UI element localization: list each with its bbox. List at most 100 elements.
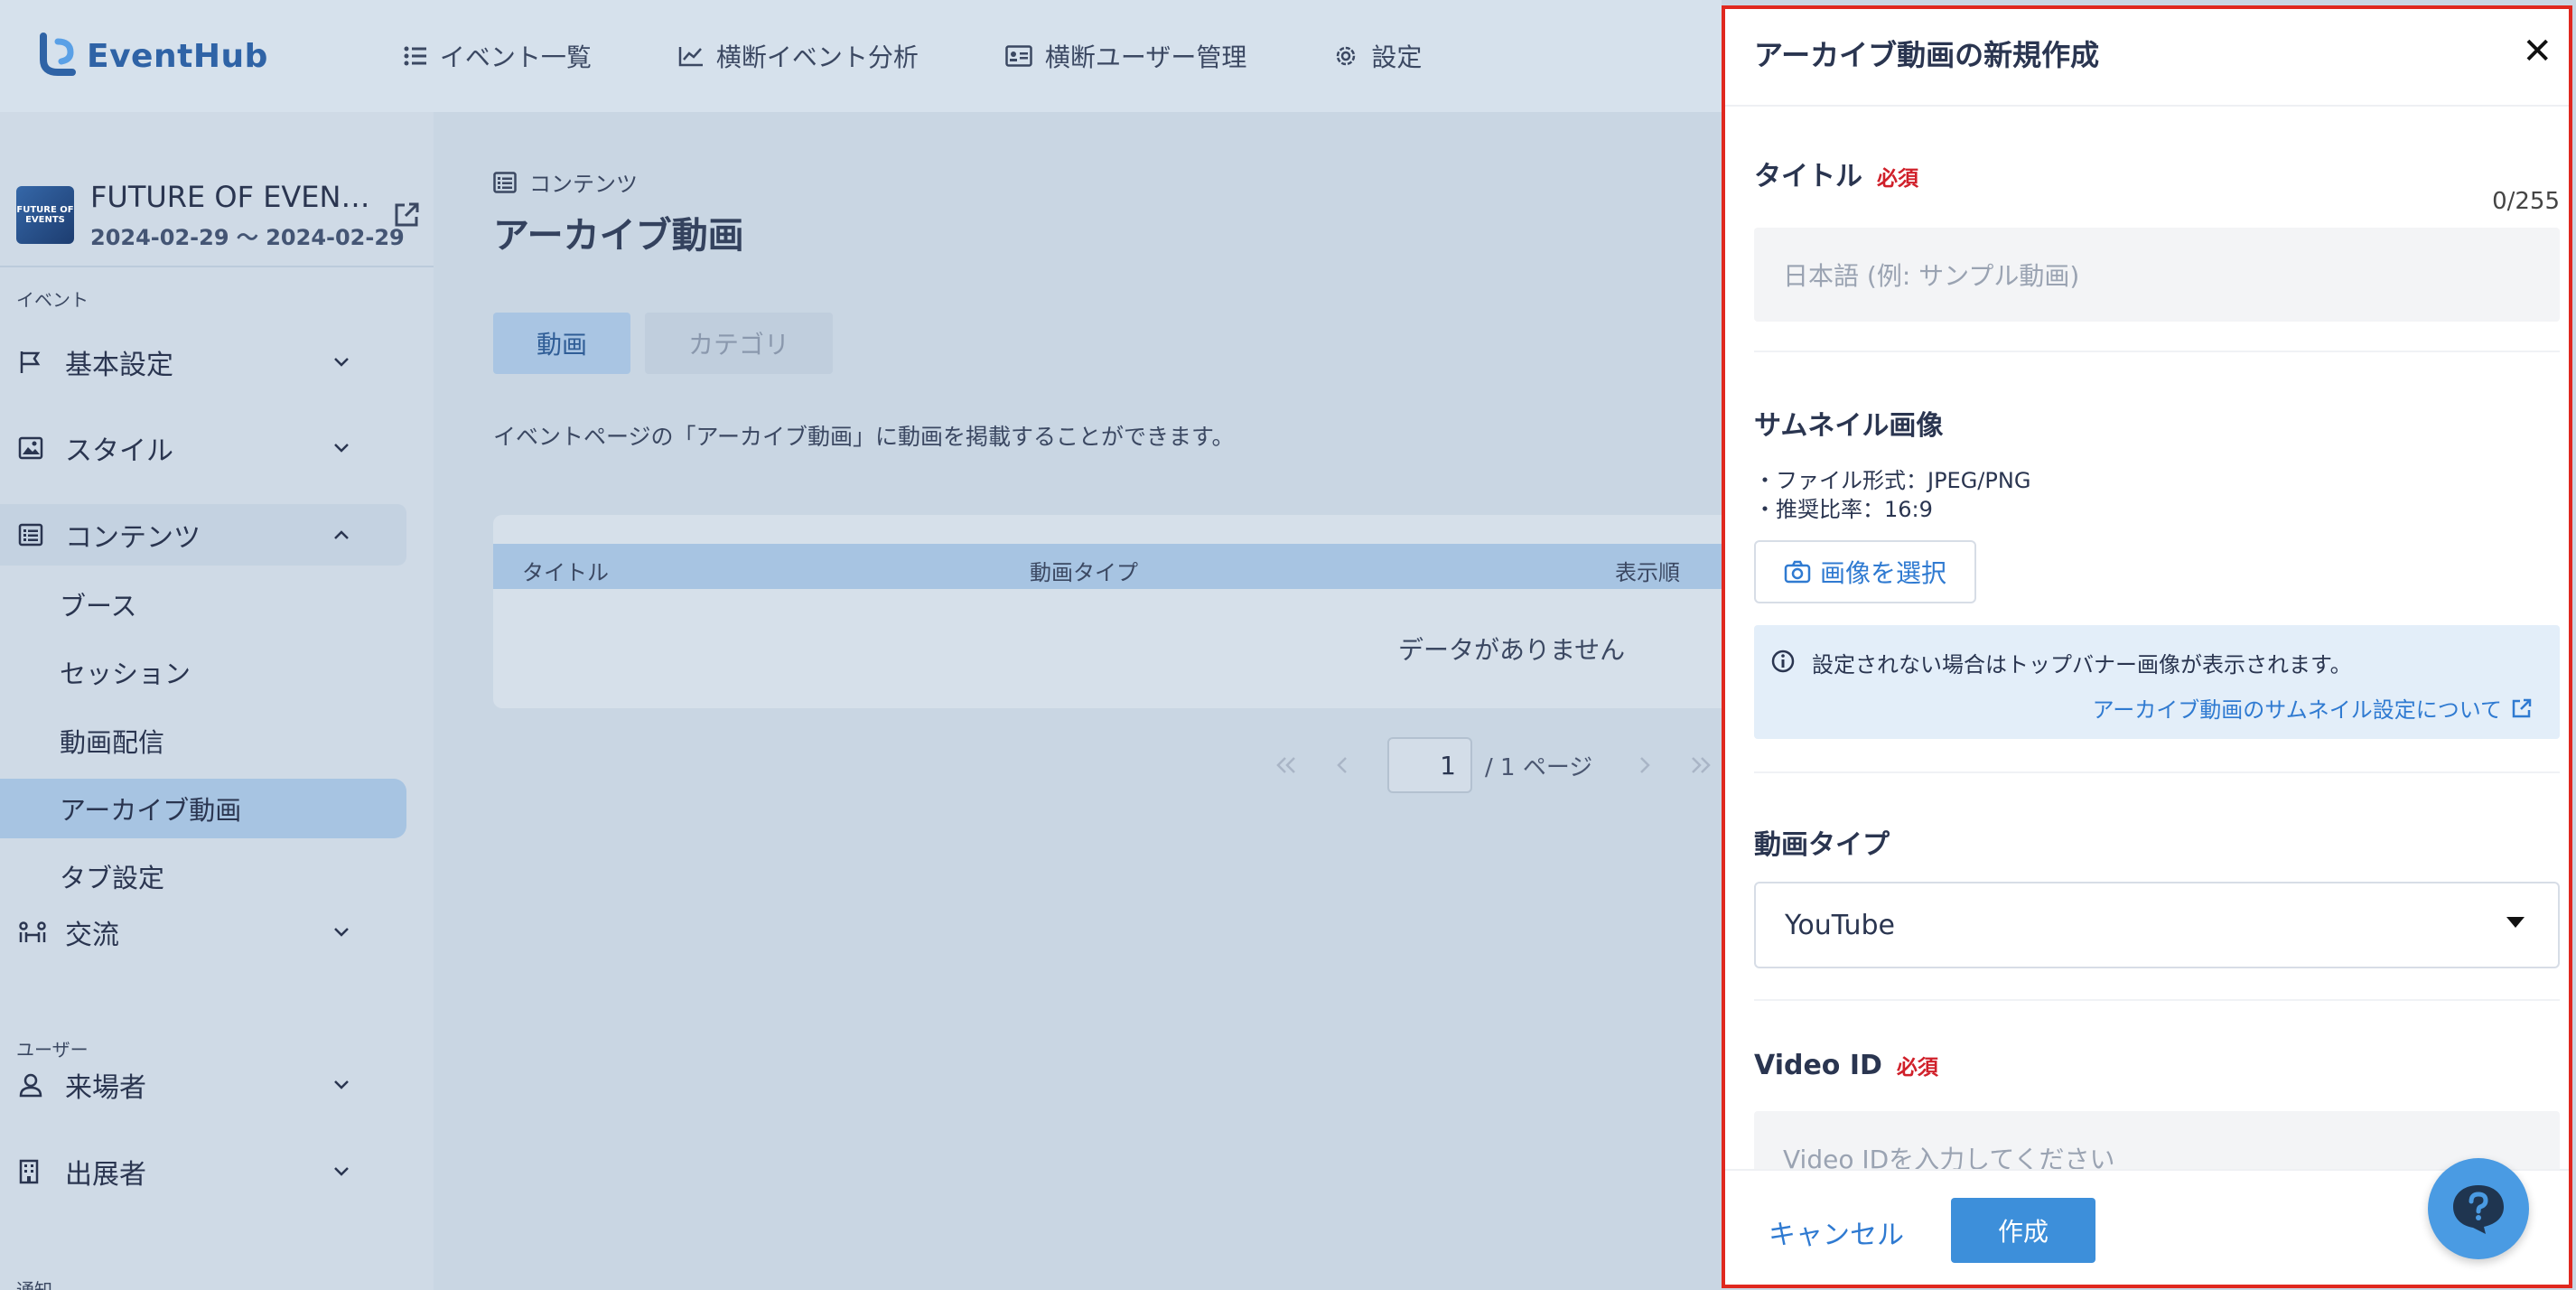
building-icon xyxy=(18,1159,47,1184)
event-dates: 2024-02-29 〜 2024-02-29 xyxy=(90,224,405,250)
sidebar-subitem-session[interactable]: セッション xyxy=(0,642,406,702)
chevron-down-icon xyxy=(332,927,361,938)
sidebar-item-label: 出展者 xyxy=(65,1159,146,1191)
field-label-text: Video ID xyxy=(1754,1050,1882,1081)
sidebar-item-label: コンテンツ xyxy=(65,522,201,554)
thumbnail-ratio-note: ・推奨比率：16:9 xyxy=(1754,497,1933,522)
sidebar-subitem-booth[interactable]: ブース xyxy=(0,575,406,634)
last-page-icon[interactable] xyxy=(1683,747,1719,783)
chevron-down-icon xyxy=(332,357,361,368)
id-card-icon xyxy=(1005,45,1032,67)
sidebar-item-label: 基本設定 xyxy=(65,350,173,381)
sidebar-subitem-video-streaming[interactable]: 動画配信 xyxy=(0,711,406,771)
app-logo[interactable]: EventHub xyxy=(36,33,268,79)
flag-icon xyxy=(18,350,47,375)
next-page-icon[interactable] xyxy=(1627,747,1663,783)
nav-item-label: 設定 xyxy=(1371,42,1423,72)
page-title: アーカイブ動画 xyxy=(493,215,744,257)
tab-videos[interactable]: 動画 xyxy=(493,313,630,374)
sidebar-item-visitors[interactable]: 来場者 xyxy=(0,1054,406,1116)
section-label-notify: 通知 xyxy=(16,1279,52,1290)
main-nav: イベント一覧 横断イベント分析 横断ユーザー管理 設定 xyxy=(404,38,1509,74)
chat-help-button[interactable] xyxy=(2428,1158,2529,1259)
required-badge: 必須 xyxy=(1896,1056,1938,1080)
app-logo-text: EventHub xyxy=(87,37,268,75)
nav-item-label: 横断イベント分析 xyxy=(715,42,919,72)
thumbnail-field-label: サムネイル画像 xyxy=(1754,403,1943,443)
sidebar-item-exhibitors[interactable]: 出展者 xyxy=(0,1141,406,1202)
info-text: 設定されない場合はトップバナー画像が表示されます。 xyxy=(1812,652,2352,678)
gear-icon xyxy=(1333,43,1358,69)
sidebar-item-basic-settings[interactable]: 基本設定 xyxy=(0,332,406,393)
field-divider xyxy=(1754,351,2560,352)
videos-table: タイトル 動画タイプ 表示順 データがありません xyxy=(493,515,1758,708)
section-label-event: イベント xyxy=(16,289,89,311)
eventhub-logo-icon xyxy=(36,33,79,79)
thumbnail-help-link[interactable]: アーカイブ動画のサムネイル設定について xyxy=(2093,692,2533,724)
panel-title: アーカイブ動画の新規作成 xyxy=(1754,38,2100,72)
chevron-down-icon xyxy=(332,1080,361,1090)
sidebar-subitem-tab-settings[interactable]: タブ設定 xyxy=(0,846,406,906)
external-link-icon[interactable] xyxy=(392,201,421,229)
content-tabs: 動画 カテゴリ xyxy=(493,313,833,374)
nav-item-cross-event-analysis[interactable]: 横断イベント分析 xyxy=(678,38,919,74)
sidebar-subitem-archive-video[interactable]: アーカイブ動画 xyxy=(0,779,406,838)
page-description: イベントページの「アーカイブ動画」に動画を掲載することができます。 xyxy=(493,424,1235,450)
first-page-icon[interactable] xyxy=(1268,747,1304,783)
field-label-text: サムネイル画像 xyxy=(1754,410,1944,442)
prev-page-icon[interactable] xyxy=(1324,747,1360,783)
table-header: タイトル 動画タイプ 表示順 xyxy=(493,544,1758,589)
page-number-input[interactable]: 1 xyxy=(1387,737,1472,793)
event-thumbnail: FUTURE OF EVENTS xyxy=(16,186,74,244)
sidebar-item-style[interactable]: スタイル xyxy=(0,417,406,479)
video-type-selected-value: YouTube xyxy=(1785,909,1895,941)
nav-item-event-list[interactable]: イベント一覧 xyxy=(404,38,592,74)
sidebar-divider xyxy=(0,266,434,267)
video-id-field-label: Video ID 必須 xyxy=(1754,1050,1938,1081)
chevron-down-icon xyxy=(332,443,361,453)
create-button[interactable]: 作成 xyxy=(1951,1198,2095,1263)
column-header-video-type[interactable]: 動画タイプ xyxy=(1030,555,1138,586)
sidebar-item-contents[interactable]: コンテンツ xyxy=(0,504,406,566)
event-card: FUTURE OF EVENTS FUTURE OF EVEN… 2024-02… xyxy=(0,112,434,267)
cancel-button[interactable]: キャンセル xyxy=(1769,1212,1904,1252)
list-icon xyxy=(404,46,427,66)
chat-question-icon xyxy=(2450,1182,2507,1236)
image-icon xyxy=(18,436,47,460)
field-divider xyxy=(1754,999,2560,1001)
event-name[interactable]: FUTURE OF EVEN… xyxy=(90,180,370,214)
field-label-text: タイトル xyxy=(1754,161,1862,192)
sidebar-item-label: 交流 xyxy=(65,920,119,951)
people-link-icon xyxy=(18,921,47,944)
field-label-text: 動画タイプ xyxy=(1754,829,1890,861)
nav-item-settings[interactable]: 設定 xyxy=(1333,38,1422,74)
pagination: 1 / 1 ページ xyxy=(1268,737,1739,793)
required-badge: 必須 xyxy=(1877,167,1918,191)
list-alt-icon xyxy=(493,171,517,193)
info-icon xyxy=(1770,649,1796,674)
sidebar-item-label: 来場者 xyxy=(65,1072,146,1104)
chart-line-icon xyxy=(678,45,704,67)
thumbnail-info-box: 設定されない場合はトップバナー画像が表示されます。 アーカイブ動画のサムネイル設… xyxy=(1754,625,2560,739)
close-icon[interactable]: ✕ xyxy=(2522,31,2553,72)
chevron-down-icon xyxy=(332,1166,361,1177)
select-image-button[interactable]: 画像を選択 xyxy=(1754,540,1976,603)
sidebar-item-networking[interactable]: 交流 xyxy=(0,902,406,963)
breadcrumb-label: コンテンツ xyxy=(529,172,638,197)
column-header-title[interactable]: タイトル xyxy=(522,555,609,586)
video-type-select[interactable]: YouTube xyxy=(1754,882,2560,968)
tab-categories[interactable]: カテゴリ xyxy=(645,313,833,374)
chevron-up-icon xyxy=(332,529,361,540)
title-input[interactable]: 日本語 (例: サンプル動画) xyxy=(1754,228,2560,322)
create-archive-video-panel: アーカイブ動画の新規作成 ✕ タイトル 必須 0/255 日本語 (例: サンプ… xyxy=(1722,5,2572,1288)
event-info: FUTURE OF EVEN… 2024-02-29 〜 2024-02-29 xyxy=(90,180,405,251)
list-alt-icon xyxy=(18,523,47,547)
nav-item-label: 横断ユーザー管理 xyxy=(1044,42,1247,72)
select-image-label: 画像を選択 xyxy=(1819,558,1946,588)
person-icon xyxy=(18,1072,47,1098)
video-type-field-label: 動画タイプ xyxy=(1754,822,1890,862)
breadcrumb: コンテンツ xyxy=(493,166,638,198)
empty-state-text: データがありません xyxy=(1398,635,1626,665)
nav-item-cross-user-management[interactable]: 横断ユーザー管理 xyxy=(1005,38,1246,74)
column-header-display-order[interactable]: 表示順 xyxy=(1615,555,1680,586)
